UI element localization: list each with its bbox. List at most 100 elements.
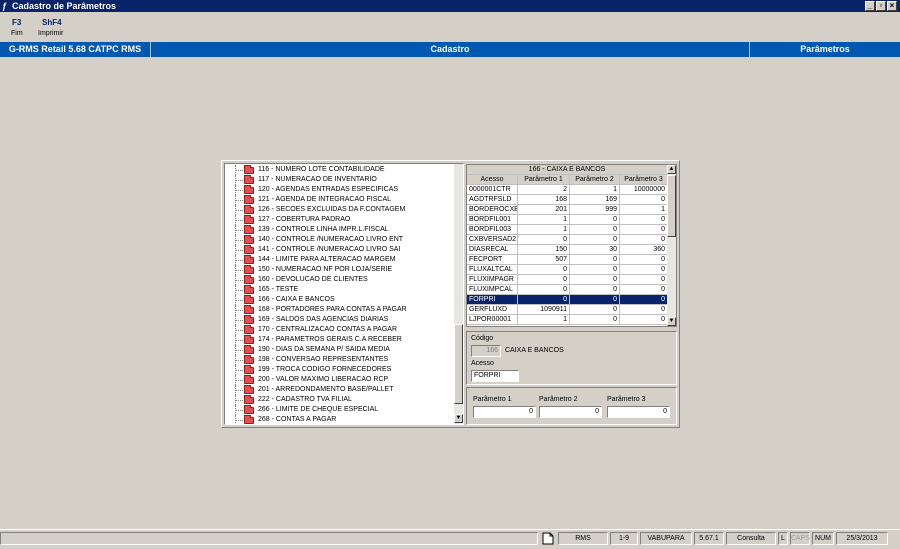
grid-row[interactable]: LJPOR00001 1 0 0 bbox=[467, 315, 668, 325]
tree-item-label: 174 - PARAMETROS GERAIS C.A RECEBER bbox=[258, 336, 402, 343]
tree-item-label: 126 - SECOES EXCLUIDAS DA F.CONTAGEM bbox=[258, 206, 406, 213]
tree-item[interactable]: 139 - CONTROLE LINHA IMPR.L.FISCAL bbox=[225, 225, 453, 235]
tree-item[interactable]: 190 - DIAS DA SEMANA P/ SAIDA MEDIA bbox=[225, 345, 453, 355]
window-title: Cadastro de Parâmetros bbox=[12, 1, 117, 11]
grid-row[interactable]: FORPRI 0 0 0 bbox=[467, 295, 668, 305]
grid-scroll-down-icon[interactable]: ▼ bbox=[667, 317, 676, 326]
parameter-grid[interactable]: 166 - CAIXA E BANCOS Acesso Parâmetro 1 Pa… bbox=[466, 164, 677, 327]
grid-row[interactable]: FLUXIMPAGR 0 0 0 bbox=[467, 275, 668, 285]
grid-row[interactable]: FLUXIMPCAL 0 0 0 bbox=[467, 285, 668, 295]
grid-cell: 0 bbox=[620, 315, 668, 325]
tree-item[interactable]: 144 - LIMITE PARA ALTERACAO MARGEM bbox=[225, 255, 453, 265]
p1-field[interactable]: 0 bbox=[473, 406, 536, 418]
p2-field[interactable]: 0 bbox=[539, 406, 602, 418]
tree-item[interactable]: 222 - CADASTRO TVA FILIAL bbox=[225, 395, 453, 405]
grid-row[interactable]: FECPORT 507 0 0 bbox=[467, 255, 668, 265]
tree-item[interactable]: 150 - NUMERACAO NF POR LOJA/SERIE bbox=[225, 265, 453, 275]
tree-item[interactable]: 199 - TROCA CODIGO FORNECEDORES bbox=[225, 365, 453, 375]
tree-item[interactable]: 126 - SECOES EXCLUIDAS DA F.CONTAGEM bbox=[225, 205, 453, 215]
tree-item[interactable]: 165 - TESTE bbox=[225, 285, 453, 295]
tree-item[interactable]: 201 - ARREDONDAMENTO BASE/PALLET bbox=[225, 385, 453, 395]
grid-row[interactable]: AGDTRFSLD 168 169 0 bbox=[467, 195, 668, 205]
tree-item[interactable]: 200 - VALOR MAXIMO LIBERACAO RCP bbox=[225, 375, 453, 385]
tree-item[interactable]: 116 - NUMERO LOTE CONTABILIDADE bbox=[225, 165, 453, 175]
tree-item[interactable]: 266 - LIMITE DE CHEQUE ESPECIAL bbox=[225, 405, 453, 415]
grid-row[interactable]: GERFLUXD 1090911 0 0 bbox=[467, 305, 668, 315]
grid-row[interactable]: CXBVERSAD2 0 0 0 bbox=[467, 235, 668, 245]
tree-scroll-thumb[interactable] bbox=[454, 324, 463, 404]
tree-item-label: 141 - CONTROLE /NUMERACAO LIVRO SAI bbox=[258, 246, 401, 253]
grid-cell: FORPRI bbox=[467, 295, 518, 305]
grid-scroll-thumb[interactable] bbox=[667, 175, 676, 237]
fim-key: F3 bbox=[12, 18, 22, 27]
grid-scroll-up-icon[interactable]: ▲ bbox=[667, 165, 676, 174]
parameter-tree[interactable]: 116 - NUMERO LOTE CONTABILIDADE 117 - NUM… bbox=[224, 163, 464, 425]
acesso-field[interactable]: FORPRI bbox=[471, 370, 519, 382]
grid-cell: 0 bbox=[570, 315, 620, 325]
tree-item[interactable]: 120 - AGENDAS ENTRADAS ESPECIFICAS bbox=[225, 185, 453, 195]
grid-column-header[interactable]: Parâmetro 1 bbox=[518, 175, 570, 185]
codigo-label: Código bbox=[471, 335, 494, 342]
tree-item[interactable]: 174 - PARAMETROS GERAIS C.A RECEBER bbox=[225, 335, 453, 345]
status-l: L bbox=[778, 532, 788, 545]
imprimir-label: Imprimir bbox=[38, 30, 64, 37]
header-section: Cadastro bbox=[151, 42, 750, 57]
grid-cell: 0 bbox=[620, 305, 668, 315]
tree-item-label: 127 - COBERTURA PADRAO bbox=[258, 216, 351, 223]
p3-field[interactable]: 0 bbox=[607, 406, 670, 418]
grid-cell: GERFLUXD bbox=[467, 305, 518, 315]
grid-column-header[interactable]: Parâmetro 3 bbox=[620, 175, 668, 185]
tree-item-label: 190 - DIAS DA SEMANA P/ SAIDA MEDIA bbox=[258, 346, 390, 353]
grid-cell: 0 bbox=[518, 275, 570, 285]
minimize-button[interactable]: _ bbox=[865, 1, 875, 11]
tree-item[interactable]: 169 - SALDOS DAS AGENCIAS DIARIAS bbox=[225, 315, 453, 325]
grid-column-header[interactable]: Acesso bbox=[467, 175, 518, 185]
tree-item[interactable]: 117 - NUMERACAO DE INVENTARIO bbox=[225, 175, 453, 185]
tree-item[interactable]: 141 - CONTROLE /NUMERACAO LIVRO SAI bbox=[225, 245, 453, 255]
grid-cell: 507 bbox=[518, 255, 570, 265]
tree-item-label: 170 - CENTRALIZACAO CONTAS A PAGAR bbox=[258, 326, 397, 333]
grid-cell: 0 bbox=[518, 265, 570, 275]
maximize-button[interactable]: ▫ bbox=[876, 1, 886, 11]
grid-row[interactable]: BORDFIL003 1 0 0 bbox=[467, 225, 668, 235]
grid-column-header[interactable]: Parâmetro 2 bbox=[570, 175, 620, 185]
tree-item[interactable]: 168 - PORTADORES PARA CONTAS A PAGAR bbox=[225, 305, 453, 315]
tree-item-label: 200 - VALOR MAXIMO LIBERACAO RCP bbox=[258, 376, 389, 383]
tree-item[interactable]: 166 - CAIXA E BANCOS bbox=[225, 295, 453, 305]
tree-item[interactable]: 140 - CONTROLE /NUMERACAO LIVRO ENT bbox=[225, 235, 453, 245]
tree-item[interactable]: 127 - COBERTURA PADRAO bbox=[225, 215, 453, 225]
main-panel: 116 - NUMERO LOTE CONTABILIDADE 117 - NUM… bbox=[221, 160, 680, 428]
grid-scrollbar[interactable]: ▲ ▼ bbox=[667, 165, 676, 326]
close-button[interactable]: × bbox=[887, 1, 897, 11]
grid-cell: 1 bbox=[620, 205, 668, 215]
grid-cell: 2 bbox=[518, 185, 570, 195]
tree-item-label: 199 - TROCA CODIGO FORNECEDORES bbox=[258, 366, 392, 373]
grid-row[interactable]: 0000001CTR 2 1 10000000 bbox=[467, 185, 668, 195]
grid-row[interactable]: BORDEROCXB 201 999 1 bbox=[467, 205, 668, 215]
acesso-label: Acesso bbox=[471, 360, 494, 367]
grid-row[interactable]: BORDFIL001 1 0 0 bbox=[467, 215, 668, 225]
tree-item[interactable]: 198 - CONVERSAO REPRESENTANTES bbox=[225, 355, 453, 365]
grid-row[interactable]: DIASRECAL 150 30 360 bbox=[467, 245, 668, 255]
tree-item[interactable]: 268 - CONTAS A PAGAR bbox=[225, 415, 453, 424]
tree-item[interactable]: 160 - DEVOLUCAO DE CLIENTES bbox=[225, 275, 453, 285]
tree-item[interactable]: 170 - CENTRALIZACAO CONTAS A PAGAR bbox=[225, 325, 453, 335]
folder-icon bbox=[244, 295, 254, 304]
grid-cell: 0 bbox=[620, 225, 668, 235]
header-app: G-RMS Retail 5.68 CATPC RMS bbox=[0, 42, 151, 57]
tree-item-label: 198 - CONVERSAO REPRESENTANTES bbox=[258, 356, 389, 363]
imprimir-button[interactable]: ShF4 Imprimir bbox=[36, 15, 66, 39]
tree-item[interactable]: 121 - AGENDA DE INTEGRACAO FISCAL bbox=[225, 195, 453, 205]
grid-row[interactable]: FLUXALTCAL 0 0 0 bbox=[467, 265, 668, 275]
codigo-field[interactable]: 166 bbox=[471, 345, 501, 357]
tree-scrollbar[interactable]: ▼ bbox=[454, 164, 463, 424]
grid-cell: 0 bbox=[620, 285, 668, 295]
tree-scroll-down-icon[interactable]: ▼ bbox=[454, 414, 463, 423]
fim-button[interactable]: F3 Fim bbox=[6, 15, 28, 39]
tree-item-label: 150 - NUMERACAO NF POR LOJA/SERIE bbox=[258, 266, 393, 273]
header-bar: G-RMS Retail 5.68 CATPC RMS Cadastro Par… bbox=[0, 42, 900, 57]
grid-cell: 1 bbox=[570, 185, 620, 195]
grid-cell: 0 bbox=[620, 265, 668, 275]
grid-cell: 0 bbox=[620, 275, 668, 285]
tree-item-label: 121 - AGENDA DE INTEGRACAO FISCAL bbox=[258, 196, 392, 203]
